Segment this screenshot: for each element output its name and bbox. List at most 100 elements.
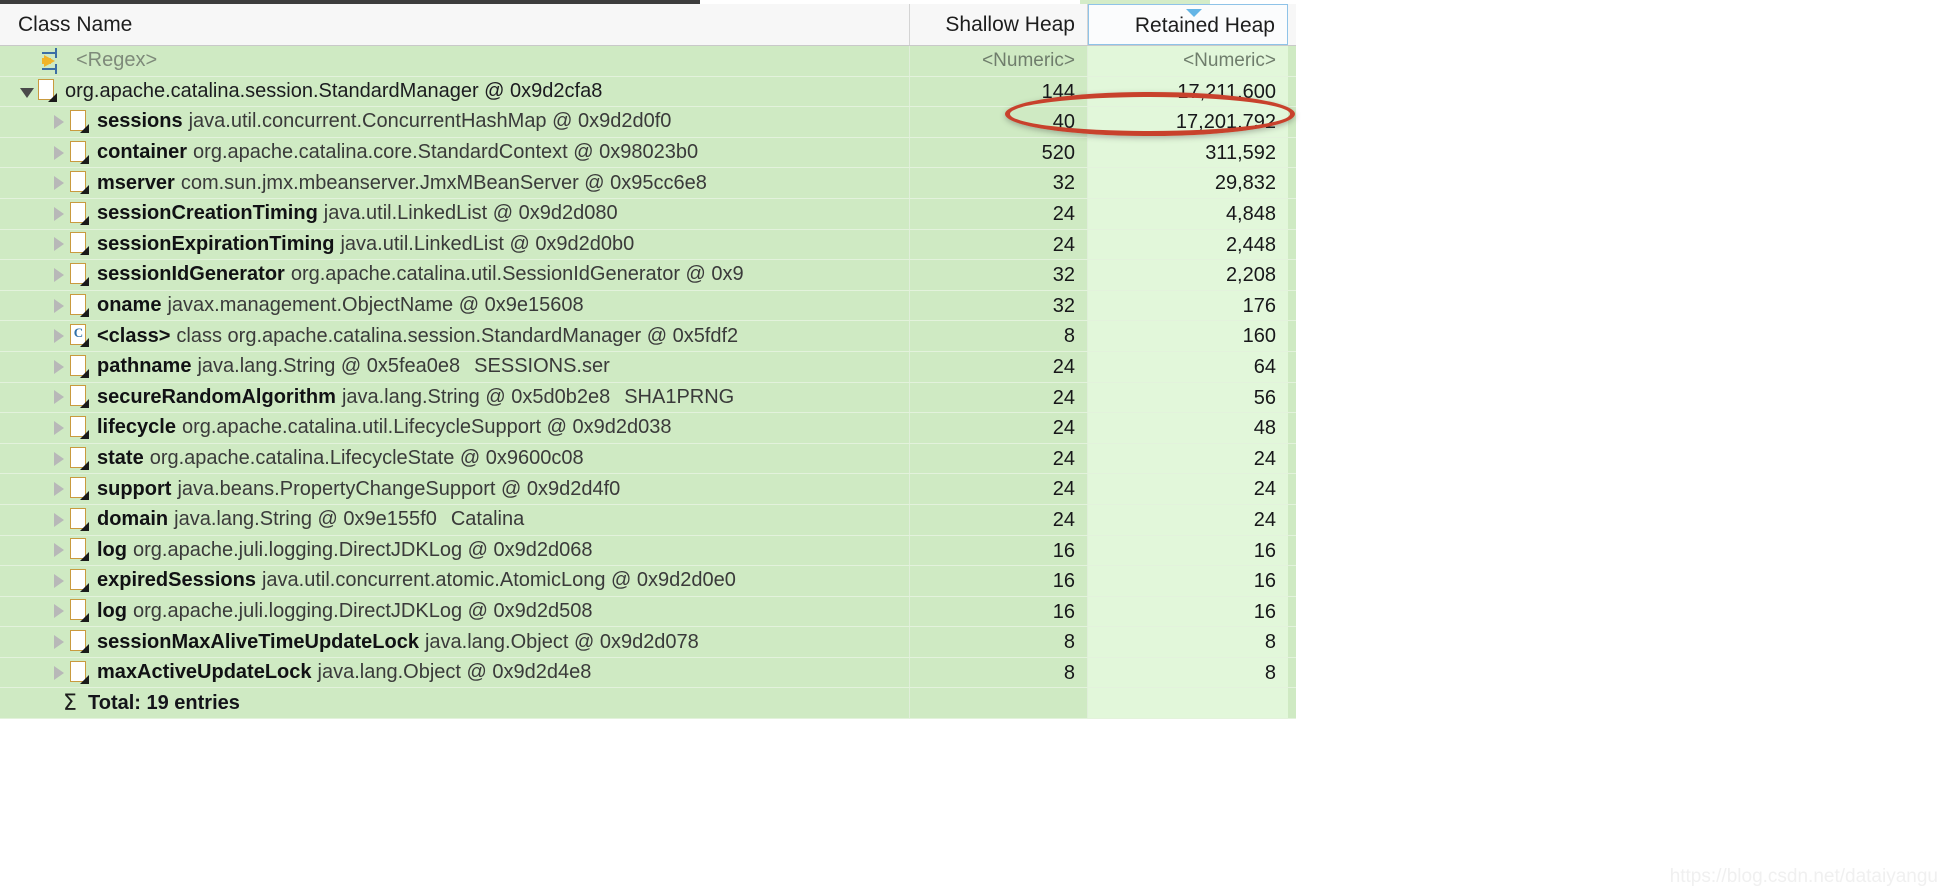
object-type-and-address: class org.apache.catalina.session.Standa…: [176, 324, 739, 347]
cell-class-name[interactable]: mserver com.sun.jmx.mbeanserver.JmxMBeanS…: [0, 168, 910, 198]
table-row[interactable]: lifecycle org.apache.catalina.util.Lifecy…: [0, 413, 1296, 444]
table-row[interactable]: container org.apache.catalina.core.Standa…: [0, 137, 1296, 169]
table-row[interactable]: C <class> class org.apache.catalina.sessio…: [0, 321, 1296, 352]
table-row[interactable]: sessionMaxAliveTimeUpdateLock java.lang.O…: [0, 627, 1296, 658]
filter-shallow-heap-input[interactable]: <Numeric>: [910, 46, 1088, 76]
table-row[interactable]: sessionExpirationTiming java.util.LinkedL…: [0, 229, 1296, 261]
object-type-and-address: org.apache.catalina.LifecycleState @ 0x9…: [149, 447, 584, 470]
cell-retained-heap: 2,448: [1088, 229, 1288, 260]
cell-class-name[interactable]: state org.apache.catalina.LifecycleState …: [0, 443, 910, 474]
tree-expand-arrow-closed[interactable]: [48, 206, 70, 221]
table-row[interactable]: sessions java.util.concurrent.ConcurrentH…: [0, 107, 1296, 138]
cell-class-name[interactable]: sessionIdGenerator org.apache.catalina.ut…: [0, 260, 910, 290]
tree-expand-arrow-closed[interactable]: [48, 451, 70, 466]
cell-class-name[interactable]: oname javax.management.ObjectName @ 0x9e1…: [0, 290, 910, 321]
filter-retained-heap-input[interactable]: <Numeric>: [1088, 46, 1288, 76]
tree-expand-arrow-closed[interactable]: [48, 145, 70, 160]
tree-expand-arrow-closed[interactable]: [48, 512, 70, 527]
object-icon: [70, 630, 90, 654]
table-filter-row[interactable]: <Regex> <Numeric> <Numeric>: [0, 46, 1296, 77]
tree-expand-arrow-closed[interactable]: [48, 573, 70, 588]
sort-descending-icon: [1186, 9, 1202, 17]
field-name: pathname: [97, 355, 192, 378]
total-entries-label: Total: 19 entries: [88, 691, 240, 714]
object-icon: [70, 109, 90, 134]
cell-retained-heap: 16: [1088, 535, 1288, 566]
cell-shallow-heap: 32: [910, 260, 1088, 290]
tree-expand-arrow-closed[interactable]: [48, 267, 70, 282]
table-row[interactable]: mserver com.sun.jmx.mbeanserver.JmxMBeanS…: [0, 168, 1296, 199]
cell-retained-heap: 17,201,792: [1088, 107, 1288, 137]
tree-expand-arrow-closed[interactable]: [48, 604, 70, 619]
table-row[interactable]: maxActiveUpdateLock java.lang.Object @ 0x…: [0, 657, 1296, 689]
filter-class-name-input[interactable]: <Regex>: [0, 46, 910, 76]
tree-expand-arrow-closed[interactable]: [48, 114, 70, 129]
cell-class-name[interactable]: support java.beans.PropertyChangeSupport …: [0, 474, 910, 504]
cell-class-name[interactable]: secureRandomAlgorithm java.lang.String @ …: [0, 382, 910, 413]
tree-expand-arrow-closed[interactable]: [48, 359, 70, 374]
cell-retained-heap: 4,848: [1088, 198, 1288, 229]
heap-dump-table[interactable]: Class Name Shallow Heap Retained Heap <R…: [0, 0, 1296, 894]
table-row[interactable]: log org.apache.juli.logging.DirectJDKLog …: [0, 535, 1296, 567]
cell-class-name[interactable]: sessionMaxAliveTimeUpdateLock java.lang.O…: [0, 627, 910, 657]
cell-class-name[interactable]: log org.apache.juli.logging.DirectJDKLog …: [0, 596, 910, 627]
table-row[interactable]: sessionIdGenerator org.apache.catalina.ut…: [0, 260, 1296, 291]
cell-class-name[interactable]: maxActiveUpdateLock java.lang.Object @ 0x…: [0, 657, 910, 688]
tree-expand-arrow-closed[interactable]: [48, 237, 70, 252]
cell-class-name[interactable]: log org.apache.juli.logging.DirectJDKLog …: [0, 535, 910, 566]
cell-class-name[interactable]: container org.apache.catalina.core.Standa…: [0, 137, 910, 168]
table-row[interactable]: oname javax.management.ObjectName @ 0x9e1…: [0, 290, 1296, 322]
cell-class-name[interactable]: expiredSessions java.util.concurrent.atom…: [0, 566, 910, 596]
table-row[interactable]: expiredSessions java.util.concurrent.atom…: [0, 566, 1296, 597]
tree-expand-arrow-open[interactable]: [16, 85, 38, 98]
string-value: SESSIONS.ser: [474, 355, 610, 378]
object-type-and-address: org.apache.catalina.util.SessionIdGenera…: [290, 263, 744, 286]
cell-shallow-heap: 144: [910, 76, 1088, 107]
object-icon: [70, 538, 90, 562]
cell-class-name[interactable]: domain java.lang.String @ 0x9e155f0 Catali…: [0, 504, 910, 535]
cell-class-name[interactable]: C <class> class org.apache.catalina.sessio…: [0, 321, 910, 351]
field-name: sessionIdGenerator: [97, 263, 285, 286]
cell-class-name[interactable]: org.apache.catalina.session.StandardMana…: [0, 76, 910, 107]
object-icon: [70, 262, 90, 287]
table-total-row: Σ Total: 19 entries: [0, 688, 1296, 720]
field-name: mserver: [97, 171, 175, 194]
table-row[interactable]: org.apache.catalina.session.StandardMana…: [0, 76, 1296, 108]
column-header-shallow-heap[interactable]: Shallow Heap: [910, 4, 1088, 45]
field-name: <class>: [97, 324, 171, 347]
object-type-and-address: javax.management.ObjectName @ 0x9e15608: [167, 294, 584, 317]
tree-expand-arrow-closed[interactable]: [48, 665, 70, 680]
tree-expand-arrow-closed[interactable]: [48, 543, 70, 558]
cell-shallow-heap: 40: [910, 107, 1088, 137]
cell-class-name[interactable]: sessionCreationTiming java.util.LinkedLis…: [0, 198, 910, 229]
object-icon: [70, 201, 90, 226]
table-row[interactable]: log org.apache.juli.logging.DirectJDKLog …: [0, 596, 1296, 628]
field-name: state: [97, 447, 144, 470]
cell-class-name[interactable]: lifecycle org.apache.catalina.util.Lifecy…: [0, 413, 910, 443]
tree-expand-arrow-closed[interactable]: [48, 390, 70, 405]
cell-shallow-heap: 8: [910, 657, 1088, 688]
tree-expand-arrow-closed[interactable]: [48, 635, 70, 650]
cell-retained-heap: 17,211,600: [1088, 76, 1288, 107]
table-row[interactable]: state org.apache.catalina.LifecycleState …: [0, 443, 1296, 475]
table-row[interactable]: support java.beans.PropertyChangeSupport …: [0, 474, 1296, 505]
table-row[interactable]: pathname java.lang.String @ 0x5fea0e8 SESS…: [0, 351, 1296, 383]
tree-expand-arrow-closed[interactable]: [48, 420, 70, 435]
cell-shallow-heap: 24: [910, 443, 1088, 474]
cell-retained-heap: 16: [1088, 566, 1288, 596]
cell-class-name[interactable]: sessionExpirationTiming java.util.LinkedL…: [0, 229, 910, 260]
tree-expand-arrow-closed[interactable]: [48, 176, 70, 191]
table-row[interactable]: secureRandomAlgorithm java.lang.String @ …: [0, 382, 1296, 414]
tree-expand-arrow-closed[interactable]: [48, 482, 70, 497]
cell-shallow-heap: 24: [910, 351, 1088, 382]
object-icon: [70, 477, 90, 501]
column-header-class-name[interactable]: Class Name: [0, 4, 910, 45]
object-type-and-address: com.sun.jmx.mbeanserver.JmxMBeanServer @…: [180, 171, 707, 194]
cell-shallow-heap: 24: [910, 229, 1088, 260]
table-row[interactable]: domain java.lang.String @ 0x9e155f0 Catali…: [0, 504, 1296, 536]
cell-class-name[interactable]: sessions java.util.concurrent.ConcurrentH…: [0, 107, 910, 137]
tree-expand-arrow-closed[interactable]: [48, 298, 70, 313]
cell-class-name[interactable]: pathname java.lang.String @ 0x5fea0e8 SESS…: [0, 351, 910, 382]
table-row[interactable]: sessionCreationTiming java.util.LinkedLis…: [0, 198, 1296, 230]
tree-expand-arrow-closed[interactable]: [48, 329, 70, 344]
